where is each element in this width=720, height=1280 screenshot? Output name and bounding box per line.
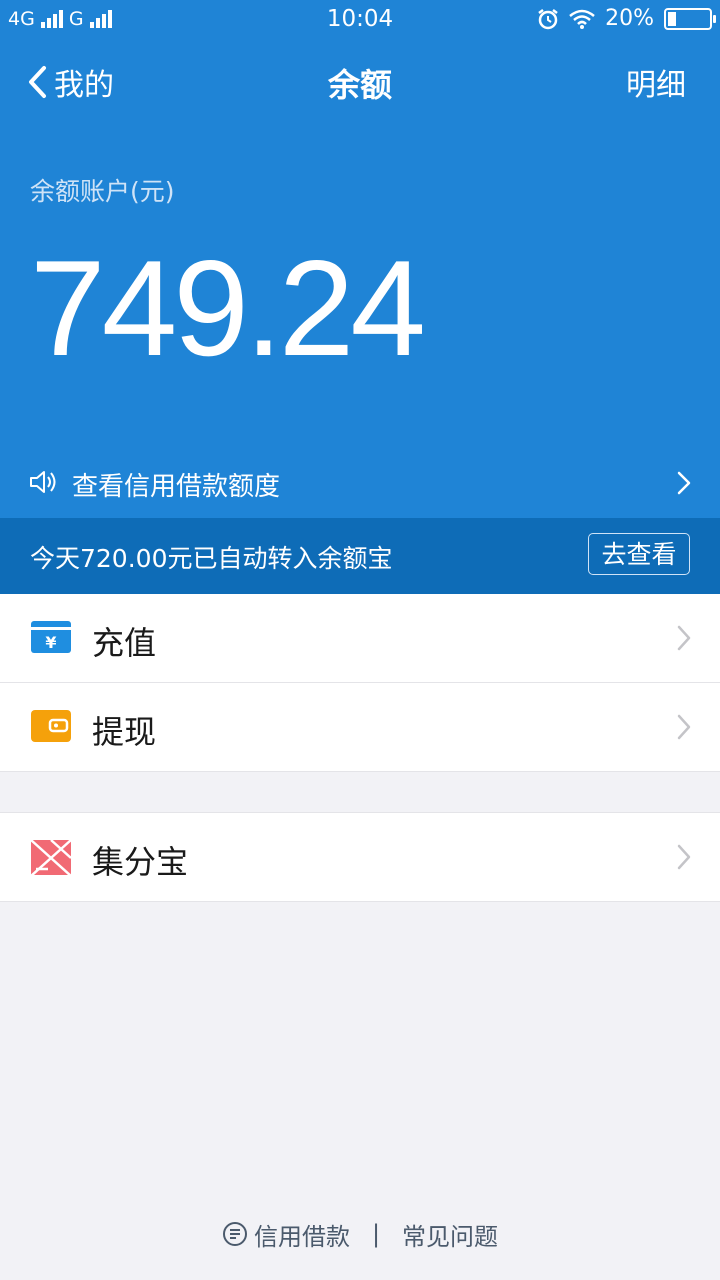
nav-bar: 我的 余额 明细 — [0, 52, 720, 110]
wallet-icon — [31, 710, 71, 742]
page-title: 余额 — [327, 66, 392, 104]
battery-icon — [664, 7, 716, 30]
credit-loan-link[interactable]: 信用借款 — [222, 1217, 350, 1252]
faq-link[interactable]: 常见问题 — [402, 1217, 498, 1252]
credit-loan-icon — [222, 1222, 247, 1246]
faq-label: 常见问题 — [402, 1222, 499, 1251]
battery-fill — [668, 11, 676, 26]
status-bar: 4G G 10:04 20% — [0, 0, 720, 40]
svg-text:¥: ¥ — [45, 633, 56, 652]
recharge-label: 充值 — [92, 624, 157, 662]
chevron-right-icon — [677, 844, 691, 870]
speaker-icon — [30, 471, 56, 493]
credit-limit-label: 查看信用借款额度 — [72, 472, 281, 502]
credit-loan-label: 信用借款 — [253, 1222, 350, 1251]
points-list: 集分宝 — [0, 812, 720, 902]
jifenbao-label: 集分宝 — [92, 843, 189, 881]
balance-header: 4G G 10:04 20% 我的 余额 明细 余额账户(元) 749.24 查… — [0, 0, 720, 518]
alarm-clock-icon — [538, 8, 558, 29]
list-item-jifenbao[interactable]: 集分宝 — [0, 813, 720, 901]
footer-separator: | — [371, 1220, 381, 1248]
list-item-recharge[interactable]: ¥ 充值 — [0, 594, 720, 683]
balance-amount: 749.24 — [30, 232, 426, 384]
withdraw-label: 提现 — [92, 713, 157, 751]
balance-actions-list: ¥ 充值 提现 — [0, 594, 720, 772]
footer-links: 信用借款 | 常见问题 — [0, 1214, 720, 1254]
credit-limit-link[interactable]: 查看信用借款额度 — [0, 450, 720, 516]
list-item-withdraw[interactable]: 提现 — [0, 683, 720, 771]
recharge-yuan-icon: ¥ — [31, 621, 71, 653]
view-button[interactable]: 去查看 — [588, 533, 690, 575]
chevron-right-icon — [677, 471, 691, 495]
auto-transfer-notice: 今天720.00元已自动转入余额宝 去查看 — [0, 518, 720, 594]
chevron-right-icon — [677, 714, 691, 740]
details-button[interactable]: 明细 — [626, 60, 686, 104]
status-right: 20% — [537, 6, 716, 31]
balance-label: 余额账户(元) — [30, 177, 175, 206]
jifenbao-icon — [30, 839, 72, 875]
battery-percent: 20% — [605, 6, 654, 31]
chevron-right-icon — [677, 625, 691, 651]
notice-text: 今天720.00元已自动转入余额宝 — [30, 544, 393, 573]
wifi-icon — [569, 9, 595, 29]
